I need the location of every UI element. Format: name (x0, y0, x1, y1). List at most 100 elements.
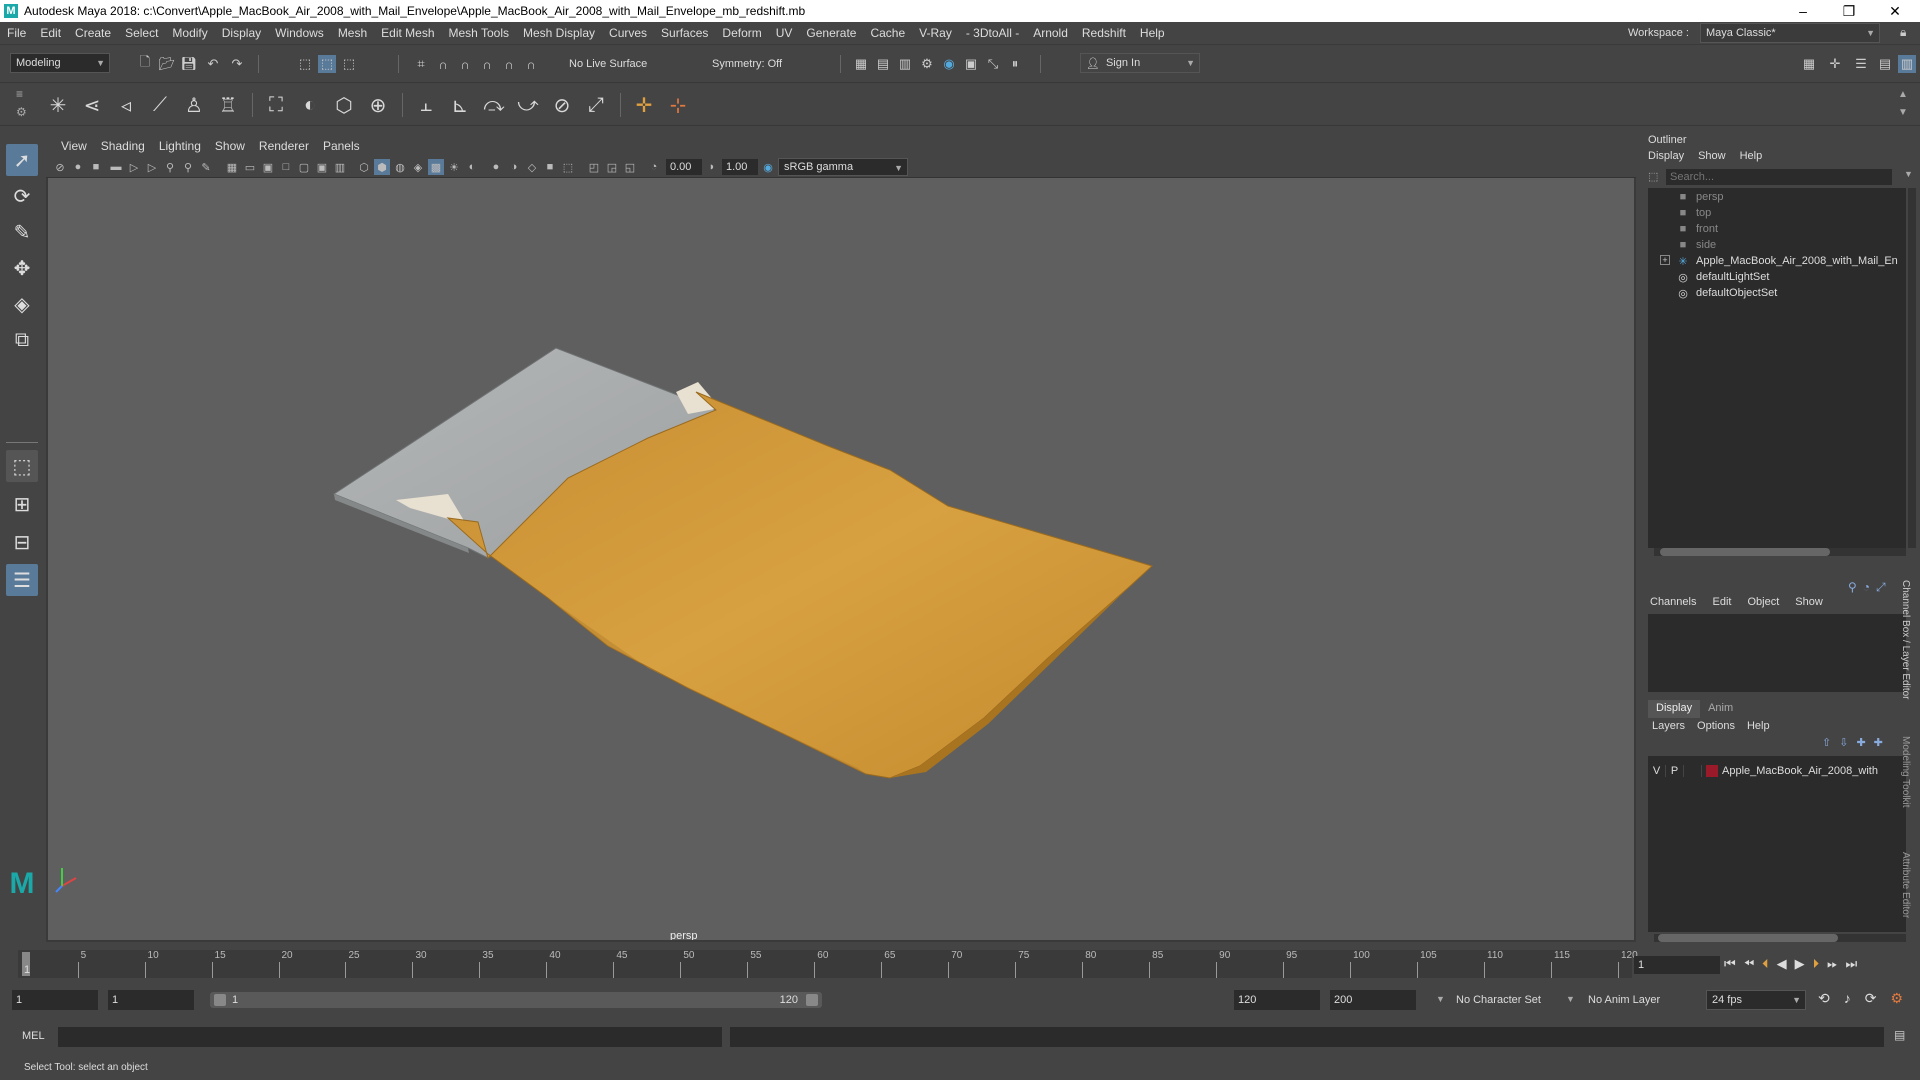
mode-dropdown[interactable]: Modeling ▼ (10, 53, 110, 73)
ambient-occlusion-icon[interactable]: ■ (542, 159, 558, 175)
grid-icon[interactable]: ▦ (224, 159, 240, 175)
channel-icon-a[interactable]: ⚲ (1848, 580, 1857, 595)
outliner-horizontal-scrollbar[interactable] (1654, 548, 1906, 556)
current-frame-field[interactable]: 1 (1634, 956, 1720, 974)
panel-menu-renderer[interactable]: Renderer (252, 139, 316, 153)
channel-menu-channels[interactable]: Channels (1650, 596, 1696, 608)
humanik-skeleton-icon[interactable]: ♙ (180, 91, 208, 119)
menu-display[interactable]: Display (215, 26, 268, 40)
grease-pencil-icon[interactable]: ✎ (198, 159, 214, 175)
select-tool-icon[interactable]: ➚ (6, 144, 38, 176)
range-bar[interactable]: 1 120 (210, 992, 822, 1008)
anti-aliasing-icon[interactable]: ◲ (604, 159, 620, 175)
menu-file[interactable]: File (0, 26, 33, 40)
go-to-end-icon[interactable]: ⏭︎ (1846, 956, 1858, 972)
menu-curves[interactable]: Curves (602, 26, 654, 40)
exposure-field[interactable]: 0.00 (666, 159, 702, 175)
bend-deformer-icon[interactable]: ⤼ (480, 91, 508, 119)
field-chart-icon[interactable]: ▢ (296, 159, 312, 175)
channel-menu-show[interactable]: Show (1795, 596, 1823, 608)
ik-handle-icon[interactable]: ⋖ (78, 91, 106, 119)
outliner-layout-icon[interactable]: ☰ (6, 564, 38, 596)
range-end-handle[interactable] (806, 994, 818, 1006)
step-forward-frame-icon[interactable]: ⏵︎ (1813, 956, 1820, 972)
menu-mesh[interactable]: Mesh (331, 26, 374, 40)
panel-menu-panels[interactable]: Panels (316, 139, 367, 153)
tab-display[interactable]: Display (1648, 700, 1701, 718)
menu-edit-mesh[interactable]: Edit Mesh (374, 26, 441, 40)
pin-icon[interactable]: ⚲ (162, 159, 178, 175)
sign-in-dropdown[interactable]: 👤︎ Sign In ▼ (1080, 53, 1200, 73)
wire-deformer-icon[interactable]: ⤢ (582, 91, 610, 119)
motion-blur-icon[interactable]: ◰ (586, 159, 602, 175)
menu-3dtoall[interactable]: - 3DtoAll - (959, 26, 1026, 40)
menu-mesh-tools[interactable]: Mesh Tools (442, 26, 516, 40)
use-all-lights-icon[interactable]: ☀ (446, 159, 462, 175)
3d-viewport[interactable]: persp (48, 178, 1634, 940)
anim-layer-field[interactable]: No Anim Layer (1584, 990, 1684, 1010)
make-live-icon[interactable]: ∩ (522, 55, 540, 73)
shelf-menu-icon[interactable]: ≡ (16, 87, 23, 101)
layer-visibility-toggle[interactable]: V (1648, 765, 1666, 777)
attribute-editor-icon[interactable]: ☰ (1852, 55, 1870, 73)
layer-type-toggle[interactable] (1684, 765, 1702, 777)
menu-windows[interactable]: Windows (268, 26, 331, 40)
default-material-icon[interactable]: ◍ (392, 159, 408, 175)
side-tab-channel-box[interactable]: Channel Box / Layer Editor (1900, 580, 1911, 700)
rotate-tool-icon[interactable]: ◈ (6, 288, 38, 320)
blend-shape-icon[interactable]: ⊾ (446, 91, 474, 119)
outliner-item-default-object-set[interactable]: ◎ defaultObjectSet (1676, 284, 1777, 302)
image-plane-icon[interactable]: ■ (88, 159, 104, 175)
shadows-icon[interactable]: ◐ (464, 159, 480, 175)
skin-bind-icon[interactable]: ⟋ (146, 91, 174, 119)
menu-modify[interactable]: Modify (165, 26, 214, 40)
cluster-icon[interactable]: ⫠ (412, 91, 440, 119)
snap-projected-icon[interactable]: ∩ (478, 55, 496, 73)
character-set-field[interactable]: No Character Set (1452, 990, 1562, 1010)
snap-point-icon[interactable]: ∩ (456, 55, 474, 73)
film-gate-icon[interactable]: ▭ (242, 159, 258, 175)
human-ik-icon[interactable]: ✛ (1826, 55, 1844, 73)
panel-menu-show[interactable]: Show (208, 139, 252, 153)
menu-deform[interactable]: Deform (715, 26, 768, 40)
wireframe-icon[interactable]: ⬡ (356, 159, 372, 175)
menu-mesh-display[interactable]: Mesh Display (516, 26, 602, 40)
time-slider[interactable]: 1 5 10 15 20 25 30 35 40 45 50 55 60 65 70 75 80 85 90 95 1… (0, 946, 1920, 982)
layer-menu-help[interactable]: Help (1747, 720, 1770, 732)
single-perspective-view-icon[interactable]: ⬚ (6, 450, 38, 482)
isolate-select-icon[interactable]: ⬚ (560, 159, 576, 175)
snap-view-plane-icon[interactable]: ∩ (500, 55, 518, 73)
depth-of-field-icon[interactable]: ◱ (622, 159, 638, 175)
gate-mask-icon[interactable]: □ (278, 159, 294, 175)
maximize-button[interactable]: ❐ (1826, 0, 1872, 22)
side-tab-attribute-editor[interactable]: Attribute Editor (1900, 852, 1911, 918)
channel-menu-edit[interactable]: Edit (1712, 596, 1731, 608)
panel-menu-lighting[interactable]: Lighting (152, 139, 208, 153)
outliner-search-input[interactable] (1666, 169, 1892, 185)
animation-prefs-icon[interactable]: ⚙ (1890, 990, 1903, 1007)
loop-icon[interactable]: ⟲ (1818, 990, 1830, 1007)
gamma-icon[interactable]: ◗ (704, 159, 720, 175)
expand-icon[interactable]: + (1660, 255, 1670, 265)
live-surface-field[interactable]: No Live Surface (565, 56, 665, 72)
outliner-menu-display[interactable]: Display (1648, 150, 1684, 162)
smooth-bind-icon[interactable]: ◐ (296, 91, 324, 119)
step-back-frame-icon[interactable]: ⏴︎ (1762, 956, 1769, 972)
menu-cache[interactable]: Cache (863, 26, 912, 40)
outliner-vertical-scrollbar[interactable] (1908, 188, 1916, 548)
exposure-icon[interactable]: ◔ (646, 159, 662, 175)
lock-camera-icon[interactable]: ▬ (108, 159, 124, 175)
layer-name[interactable]: Apple_MacBook_Air_2008_with (1722, 765, 1878, 777)
side-tab-modeling-toolkit[interactable]: Modeling Toolkit (1900, 736, 1911, 808)
ipr-render-icon[interactable]: ▥ (896, 55, 914, 73)
tab-anim[interactable]: Anim (1700, 700, 1741, 718)
render-redshift-icon[interactable]: ▣ (962, 55, 980, 73)
menu-arnold[interactable]: Arnold (1026, 26, 1075, 40)
chevron-down-icon[interactable]: ▼ (1904, 169, 1913, 179)
parent-constraint-icon[interactable]: ⊹ (664, 91, 692, 119)
color-space-dropdown[interactable]: sRGB gamma ▼ (778, 158, 908, 176)
twist-deformer-icon[interactable]: ⤻ (514, 91, 542, 119)
menu-redshift[interactable]: Redshift (1075, 26, 1133, 40)
safe-title-icon[interactable]: ▥ (332, 159, 348, 175)
channel-icon-c[interactable]: ⤢ (1876, 580, 1886, 595)
